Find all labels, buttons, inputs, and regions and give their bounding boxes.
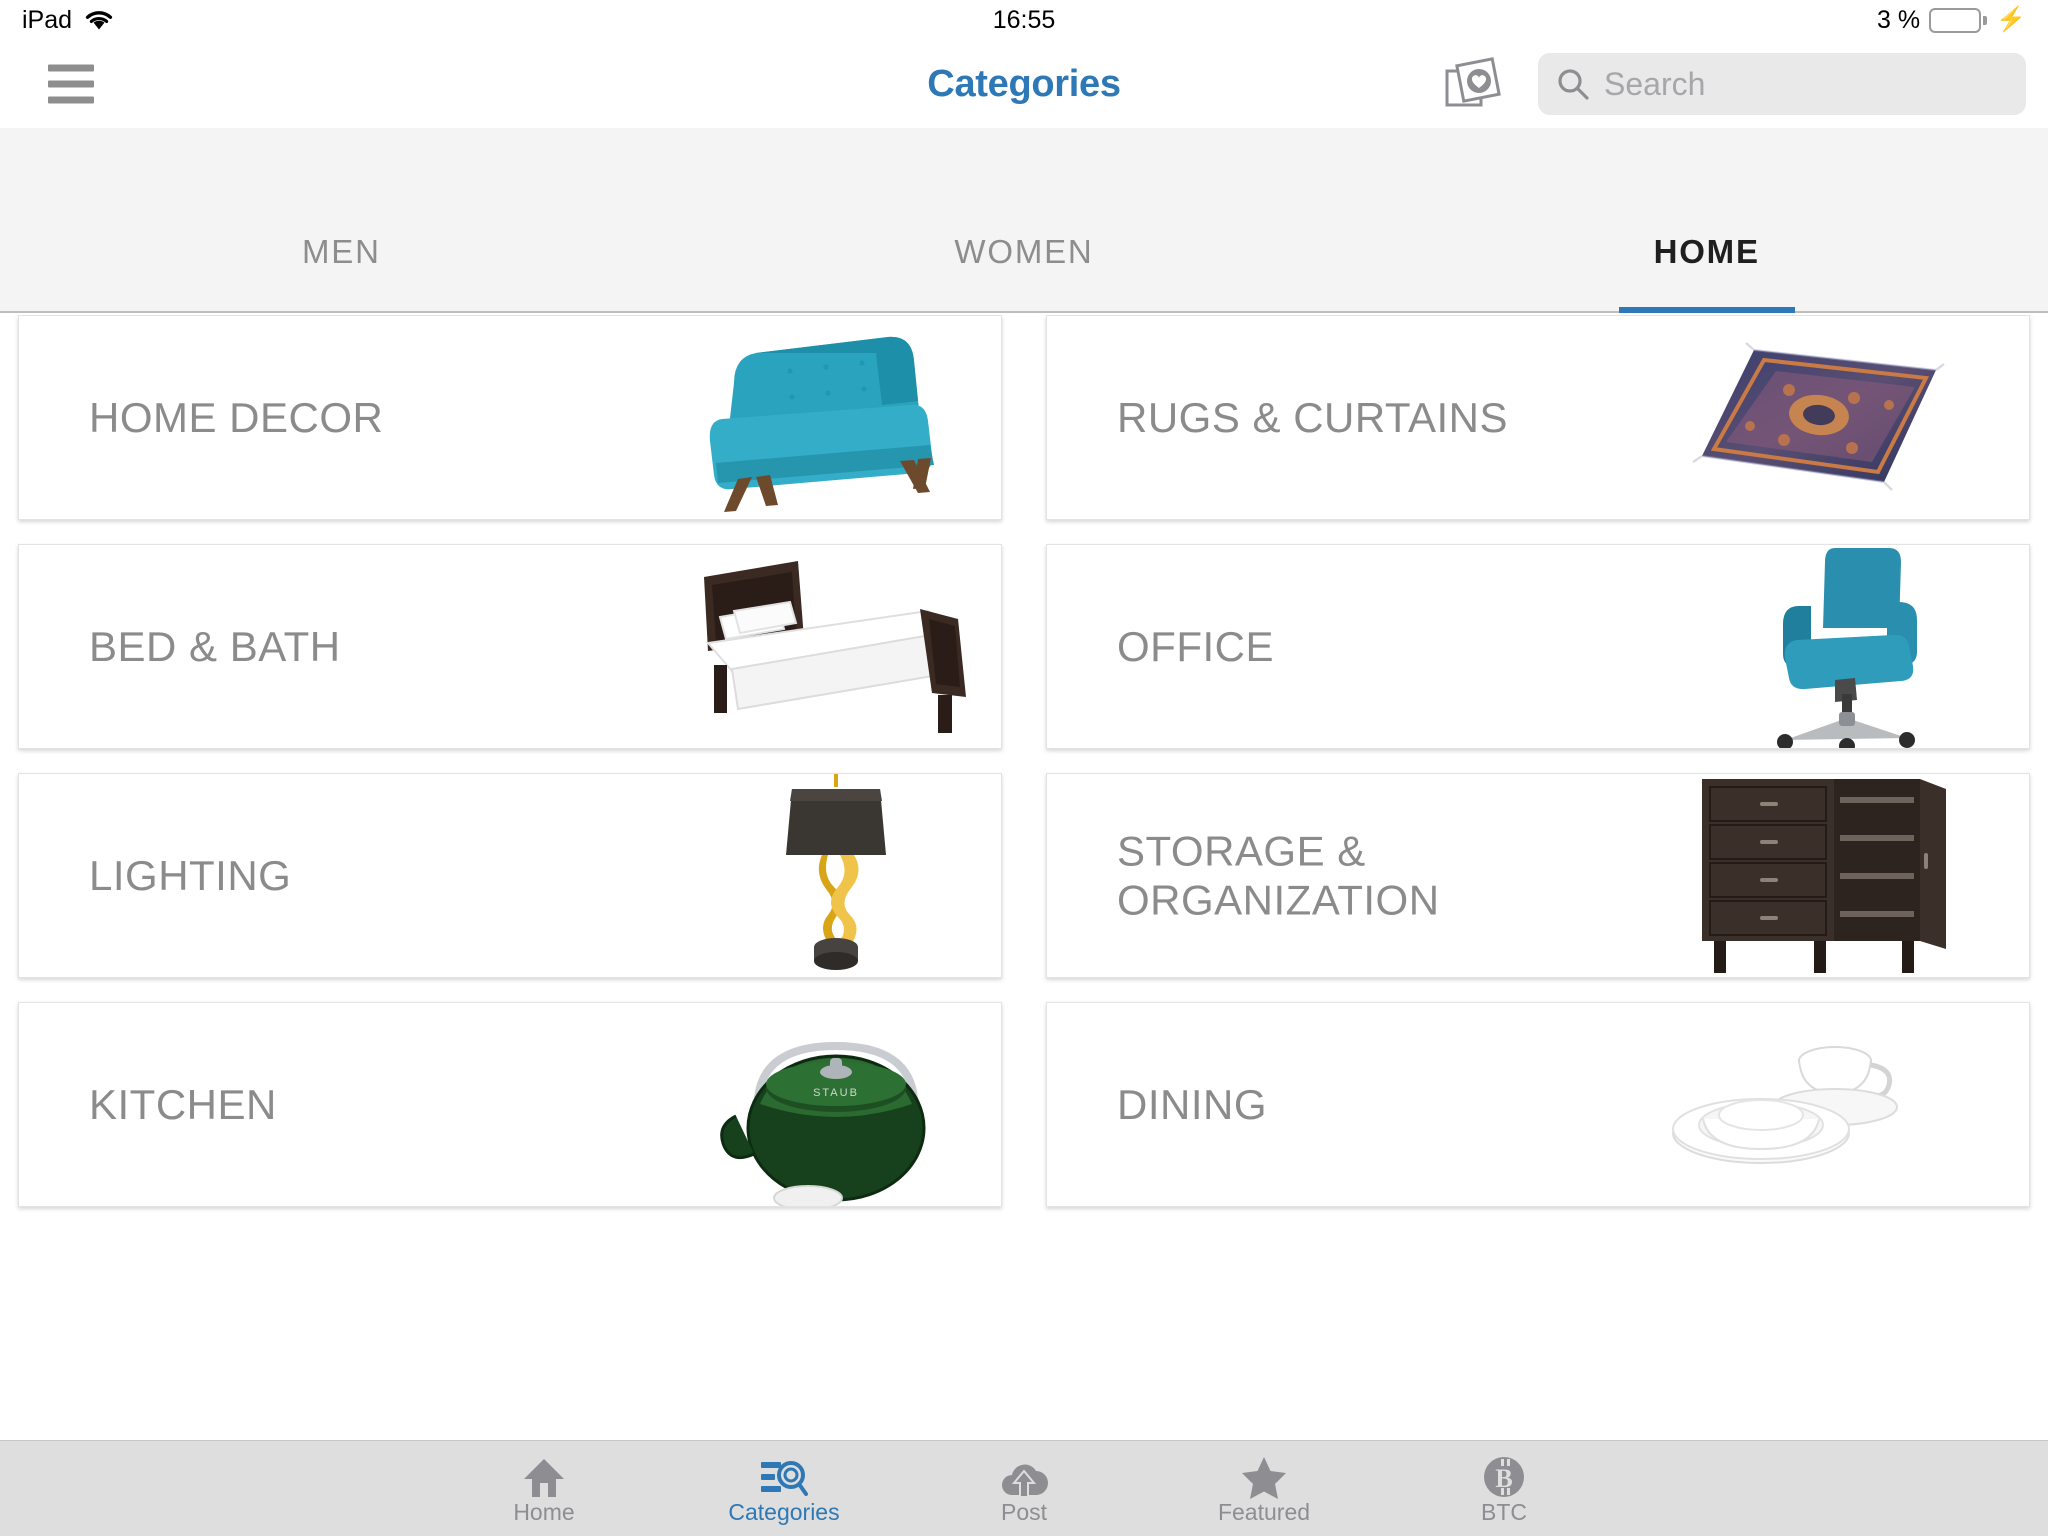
bottom-tab-btc[interactable]: B BTC	[1384, 1441, 1624, 1536]
category-row: KITCHEN STAUB DINING	[18, 1002, 2030, 1207]
category-card-storage-organization[interactable]: STORAGE & ORGANIZATION	[1046, 773, 2030, 978]
category-card-office[interactable]: OFFICE	[1046, 544, 2030, 749]
bottom-tab-categories[interactable]: Categories	[664, 1441, 904, 1536]
table-lamp-image	[671, 774, 1001, 977]
category-card-label: RUGS & CURTAINS	[1117, 393, 1508, 441]
bottom-tab-label: Home	[513, 1499, 575, 1525]
category-card-home-decor[interactable]: HOME DECOR	[18, 315, 1002, 520]
categories-list-search-icon	[760, 1453, 808, 1499]
tab-men[interactable]: MEN	[0, 233, 683, 311]
tab-home-label: HOME	[1653, 233, 1760, 270]
star-icon	[1241, 1453, 1287, 1499]
bottom-tab-home[interactable]: Home	[424, 1441, 664, 1536]
navigation-bar-right: Search	[1444, 53, 2026, 115]
category-card-label: LIGHTING	[89, 851, 292, 899]
category-row: BED & BATH OFFICE	[18, 544, 2030, 749]
bottom-tab-bar: Home Categories Post Featured B BTC	[0, 1440, 2048, 1536]
photos-camera-icon[interactable]	[1444, 57, 1504, 111]
dishes-image	[1609, 1003, 2029, 1206]
bottom-tab-featured[interactable]: Featured	[1144, 1441, 1384, 1536]
bed-image	[671, 545, 1001, 748]
category-grid: HOME DECOR RUGS & CURTAINS BED & BATH OF…	[0, 315, 2048, 1440]
search-icon	[1558, 69, 1589, 100]
category-card-label: KITCHEN	[89, 1080, 277, 1128]
category-card-label: DINING	[1117, 1080, 1267, 1128]
category-card-bed-bath[interactable]: BED & BATH	[18, 544, 1002, 749]
category-row: HOME DECOR RUGS & CURTAINS	[18, 315, 2030, 520]
bottom-tab-label: Featured	[1217, 1499, 1311, 1525]
category-card-label: HOME DECOR	[89, 393, 384, 441]
tab-home[interactable]: HOME	[1365, 233, 2048, 311]
battery-icon	[1929, 7, 1988, 33]
rug-image	[1609, 316, 2029, 519]
tab-women-label: WOMEN	[954, 233, 1094, 270]
status-bar-left: iPad	[22, 6, 114, 35]
tab-women[interactable]: WOMEN	[683, 233, 1366, 311]
category-card-kitchen[interactable]: KITCHEN STAUB	[18, 1002, 1002, 1207]
category-card-rugs-curtains[interactable]: RUGS & CURTAINS	[1046, 315, 2030, 520]
cloud-upload-icon	[1000, 1453, 1048, 1499]
status-bar: iPad 16:55 3 % ⚡	[0, 0, 2048, 40]
search-input[interactable]: Search	[1538, 53, 2026, 115]
home-icon	[522, 1453, 566, 1499]
bitcoin-icon: B	[1482, 1453, 1526, 1499]
category-card-label: STORAGE & ORGANIZATION	[1117, 826, 1440, 924]
bottom-tab-label: Post	[1000, 1499, 1048, 1525]
battery-percent-label: 3 %	[1877, 5, 1921, 34]
carrier-label: iPad	[22, 5, 73, 34]
armchair-image	[671, 316, 1001, 519]
wifi-icon	[85, 11, 113, 30]
bottom-tab-label: BTC	[1481, 1499, 1527, 1525]
category-card-label: OFFICE	[1117, 622, 1274, 670]
tab-men-label: MEN	[301, 233, 381, 270]
office-chair-image	[1699, 545, 2029, 748]
category-card-label: BED & BATH	[89, 622, 341, 670]
category-row: LIGHTING STORAGE & ORGANIZATION	[18, 773, 2030, 978]
category-card-dining[interactable]: DINING	[1046, 1002, 2030, 1207]
navigation-bar: Categories Search	[0, 40, 2048, 128]
category-segment-tabs: MEN WOMEN HOME	[0, 128, 2048, 313]
search-placeholder: Search	[1604, 65, 1706, 102]
kettle-image: STAUB	[671, 1003, 1001, 1206]
lightning-bolt-icon: ⚡	[1996, 6, 2026, 33]
status-bar-clock: 16:55	[992, 5, 1056, 34]
bottom-tab-label: Categories	[728, 1499, 840, 1525]
bottom-tab-post[interactable]: Post	[904, 1441, 1144, 1536]
category-card-lighting[interactable]: LIGHTING	[18, 773, 1002, 978]
status-bar-right: 3 % ⚡	[1877, 6, 2026, 35]
svg-text:STAUB: STAUB	[813, 1087, 859, 1099]
cabinet-image	[1609, 774, 2029, 977]
